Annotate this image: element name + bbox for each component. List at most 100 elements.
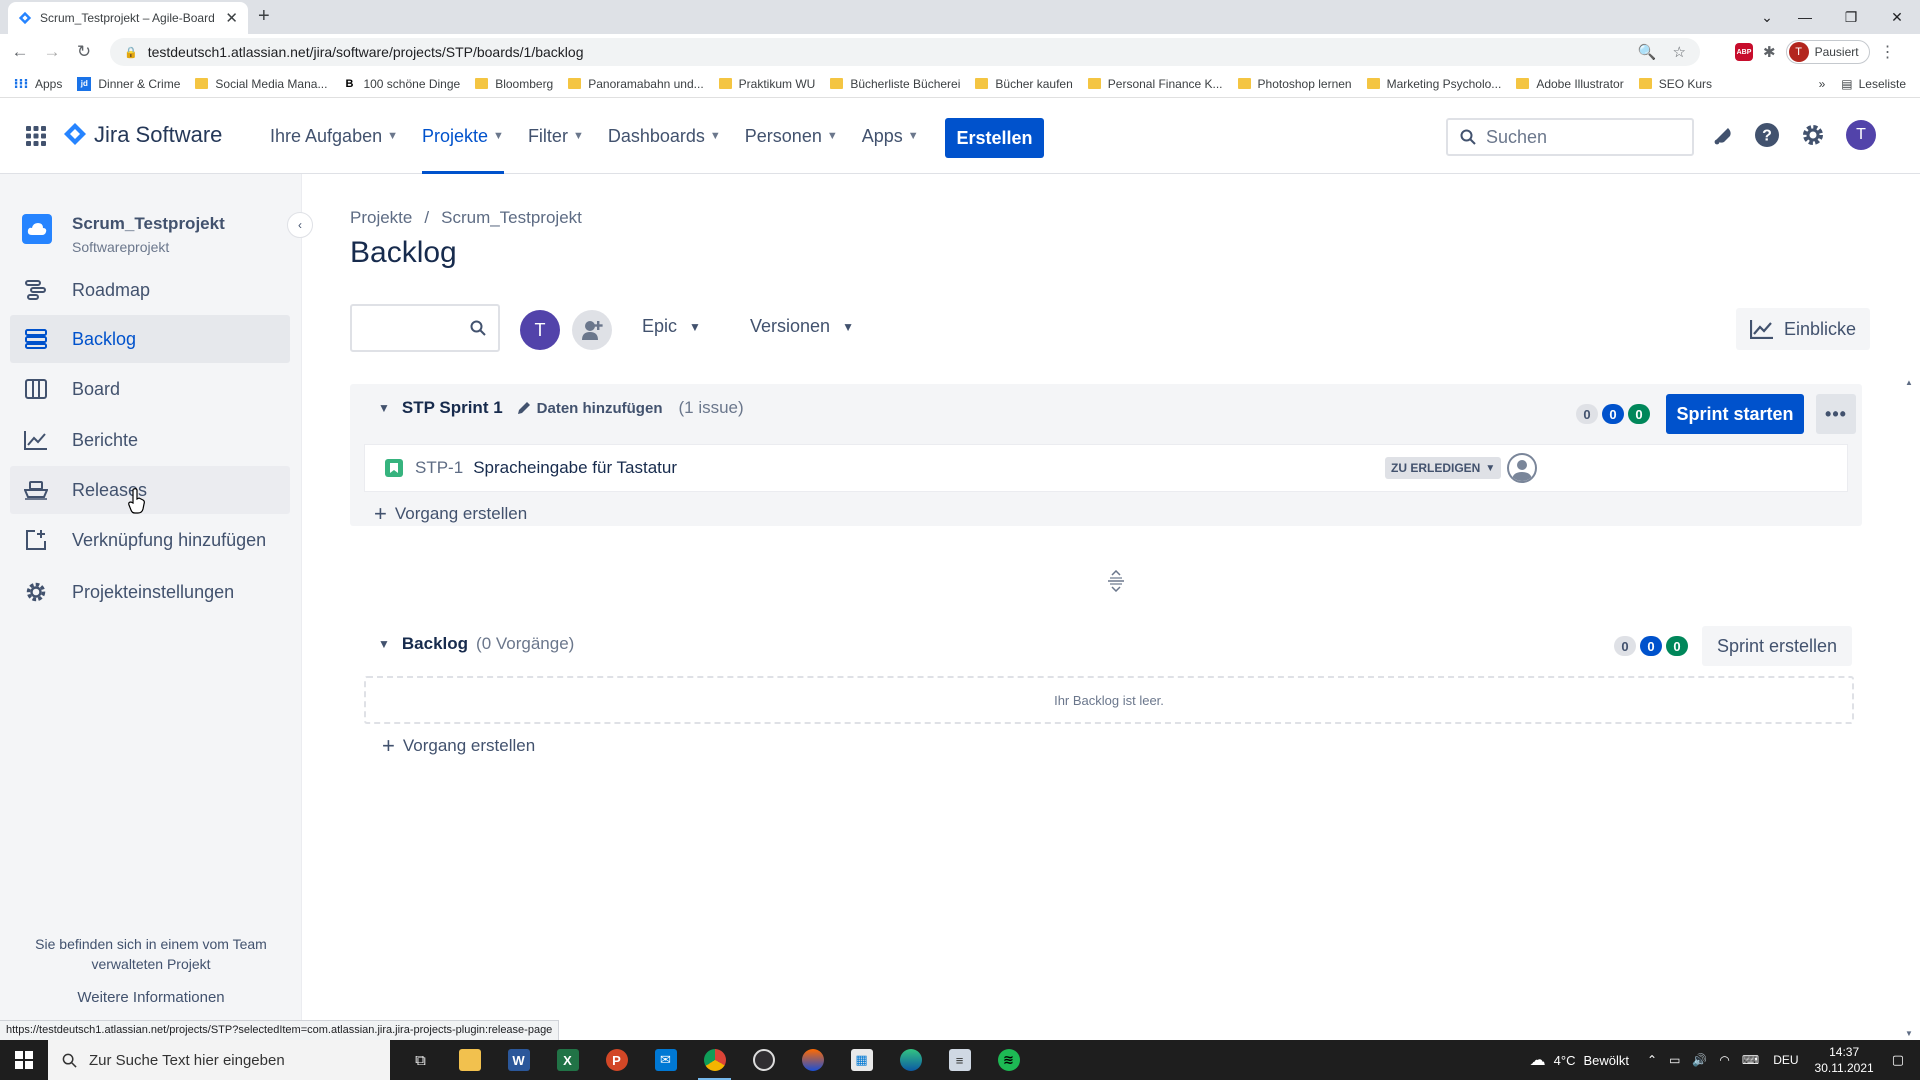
sidebar-item-releases[interactable]: Releases (10, 466, 290, 514)
chevron-down-icon[interactable]: ▼ (378, 401, 390, 415)
scroll-up-icon[interactable]: ▲ (1905, 378, 1913, 387)
nav-item-apps[interactable]: Apps ▼ (862, 98, 919, 174)
language-indicator[interactable]: DEU (1773, 1053, 1798, 1067)
file-explorer-icon[interactable] (445, 1040, 494, 1080)
address-bar[interactable]: 🔒 testdeutsch1.atlassian.net/jira/softwa… (110, 38, 1700, 66)
back-icon[interactable]: ← (4, 42, 36, 62)
adblock-icon[interactable]: ABP (1735, 43, 1753, 61)
bookmark-item[interactable]: Bücherliste Bücherei (830, 77, 960, 91)
bookmark-item[interactable]: Bloomberg (475, 77, 553, 91)
browser-menu-icon[interactable]: ⋮ (1880, 42, 1896, 62)
mail-icon[interactable]: ✉ (641, 1040, 690, 1080)
reading-list-button[interactable]: ▤ Leseliste (1841, 77, 1906, 91)
keyboard-icon[interactable]: ⌨ (1742, 1053, 1759, 1067)
edge-icon[interactable] (886, 1040, 935, 1080)
bookmark-item[interactable]: B 100 schöne Dinge (342, 77, 460, 91)
create-backlog-issue-button[interactable]: + Vorgang erstellen (382, 735, 535, 757)
wifi-icon[interactable]: ◠ (1719, 1053, 1729, 1067)
notifications-icon[interactable] (1712, 124, 1734, 146)
bookmark-star-icon[interactable]: ☆ (1673, 43, 1686, 61)
more-info-link[interactable]: Weitere Informationen (0, 988, 302, 1008)
clock[interactable]: 14:37 30.11.2021 (1815, 1044, 1874, 1076)
volume-icon[interactable]: 🔊 (1692, 1053, 1707, 1067)
close-tab-icon[interactable]: ✕ (225, 9, 238, 27)
bookmark-item[interactable]: Panoramabahn und... (568, 77, 704, 91)
chevron-down-icon[interactable]: ▼ (378, 637, 390, 651)
obs-icon[interactable] (739, 1040, 788, 1080)
nav-item-personen[interactable]: Personen ▼ (745, 98, 838, 174)
sidebar-item-berichte[interactable]: Berichte (10, 416, 290, 464)
sidebar-item-roadmap[interactable]: Roadmap (10, 266, 290, 314)
minimize-icon[interactable]: — (1782, 9, 1828, 25)
help-icon[interactable]: ? (1754, 122, 1780, 148)
profile-button[interactable]: T Pausiert (1785, 40, 1870, 64)
project-header[interactable]: Scrum_Testprojekt Softwareprojekt (22, 214, 225, 255)
sidebar-item-backlog[interactable]: Backlog (10, 315, 290, 363)
unassigned-avatar[interactable] (1507, 453, 1537, 483)
notes-app-icon[interactable]: ≡ (935, 1040, 984, 1080)
zoom-icon[interactable]: 🔍 (1638, 43, 1657, 61)
search-input[interactable]: Suchen (1446, 118, 1694, 156)
bookmark-item[interactable]: ⁝⁝⁝ Apps (14, 76, 63, 91)
notification-center-icon[interactable]: ▢ (1892, 1052, 1904, 1068)
restore-icon[interactable]: ❐ (1828, 9, 1874, 26)
assignee-filter-avatar[interactable]: T (520, 310, 560, 350)
backlog-search-input[interactable] (350, 304, 500, 352)
sprint-more-button[interactable]: ••• (1816, 394, 1856, 434)
bookmark-item[interactable]: jd Dinner & Crime (77, 76, 180, 91)
tray-chevron-icon[interactable]: ⌃ (1647, 1053, 1657, 1067)
bookmark-item[interactable]: Personal Finance K... (1087, 77, 1223, 91)
excel-icon[interactable]: X (543, 1040, 592, 1080)
app-switcher-icon[interactable] (26, 126, 46, 146)
create-issue-button[interactable]: + Vorgang erstellen (374, 503, 527, 525)
sidebar-item-projekteinstellungen[interactable]: Projekteinstellungen (10, 568, 290, 616)
epic-filter-dropdown[interactable]: Epic ▼ (642, 316, 701, 337)
create-sprint-button[interactable]: Sprint erstellen (1702, 626, 1852, 666)
forward-icon[interactable]: → (36, 42, 68, 62)
app-icon-colorful[interactable] (788, 1040, 837, 1080)
bookmark-item[interactable]: Bücher kaufen (975, 77, 1073, 91)
bookmark-item[interactable]: SEO Kurs (1638, 77, 1712, 91)
add-dates-link[interactable]: Daten hinzufügen (537, 400, 663, 417)
bookmark-item[interactable]: Praktikum WU (718, 77, 815, 91)
user-avatar[interactable]: T (1846, 120, 1876, 150)
nav-item-projekte[interactable]: Projekte ▼ (422, 98, 504, 174)
bookmark-item[interactable]: Adobe Illustrator (1516, 77, 1624, 91)
browser-tab[interactable]: Scrum_Testprojekt – Agile-Board ✕ (8, 2, 248, 34)
bookmark-item[interactable]: Marketing Psycholo... (1366, 77, 1501, 91)
jira-logo[interactable]: Jira Software (64, 122, 222, 148)
spotify-icon[interactable]: ≋ (984, 1040, 1033, 1080)
issue-key[interactable]: STP-1 (415, 458, 463, 478)
word-icon[interactable]: W (494, 1040, 543, 1080)
more-bookmarks-icon[interactable]: » (1819, 77, 1826, 91)
tab-search-icon[interactable]: ⌄ (1752, 9, 1782, 26)
task-view-icon[interactable]: ⧉ (396, 1040, 445, 1080)
lock-icon[interactable]: 🔒 (124, 46, 138, 59)
powerpoint-icon[interactable]: P (592, 1040, 641, 1080)
close-window-icon[interactable]: ✕ (1874, 9, 1920, 26)
resize-handle-icon[interactable] (1107, 570, 1125, 592)
page-scrollbar[interactable]: ▲ ▼ (1902, 378, 1918, 1038)
start-sprint-button[interactable]: Sprint starten (1666, 394, 1804, 434)
windows-start-icon[interactable] (0, 1040, 48, 1080)
reload-icon[interactable]: ↻ (68, 42, 100, 62)
table-row[interactable]: STP-1 Spracheingabe für Tastatur ZU ERLE… (364, 444, 1848, 492)
scroll-down-icon[interactable]: ▼ (1905, 1029, 1913, 1038)
nav-item-ihre-aufgaben[interactable]: Ihre Aufgaben ▼ (270, 98, 398, 174)
add-people-button[interactable] (572, 310, 612, 350)
status-badge[interactable]: ZU ERLEDIGEN ▼ (1385, 457, 1502, 479)
chrome-icon[interactable] (690, 1040, 739, 1080)
pencil-icon[interactable] (517, 401, 531, 415)
sidebar-item-board[interactable]: Board (10, 365, 290, 413)
collapse-sidebar-button[interactable]: ‹ (287, 212, 313, 238)
create-button[interactable]: Erstellen (945, 118, 1044, 158)
bookmark-item[interactable]: Photoshop lernen (1237, 77, 1352, 91)
breadcrumb-project[interactable]: Scrum_Testprojekt (441, 208, 582, 227)
insights-button[interactable]: Einblicke (1736, 308, 1870, 350)
nav-item-filter[interactable]: Filter ▼ (528, 98, 584, 174)
sidebar-item-verknüpfung[interactable]: Verknüpfung hinzufügen (10, 516, 290, 564)
new-tab-icon[interactable]: + (258, 6, 270, 26)
nav-item-dashboards[interactable]: Dashboards ▼ (608, 98, 721, 174)
extensions-icon[interactable]: ✱ (1763, 43, 1776, 61)
weather-widget[interactable]: ☁ 4°C Bewölkt (1530, 1050, 1629, 1070)
